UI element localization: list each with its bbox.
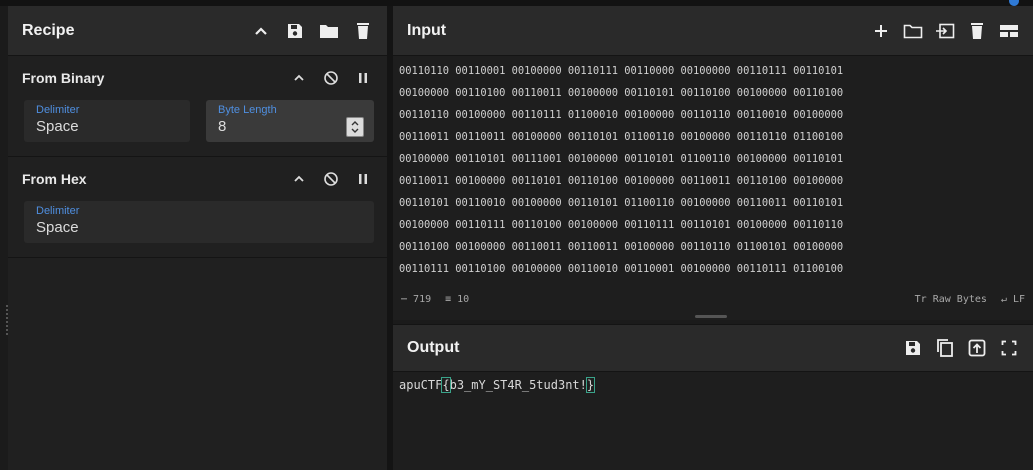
lines-indicator: ≡ 10 bbox=[445, 294, 469, 305]
output-panel: Output apuCTF{b3_mY_ST4R_5tud3nt!} bbox=[393, 324, 1033, 470]
layout-icon[interactable] bbox=[999, 21, 1019, 41]
return-arrow-icon: ↵ bbox=[1000, 293, 1013, 305]
delimiter-field[interactable]: Delimiter Space bbox=[24, 201, 374, 243]
input-line: 00110100 00100000 00110011 00110011 0010… bbox=[399, 241, 844, 253]
lines-icon: ≡ bbox=[445, 293, 458, 305]
recipe-title: Recipe bbox=[22, 21, 75, 39]
output-open-brace: { bbox=[441, 377, 451, 393]
operation-title: From Hex bbox=[22, 171, 87, 187]
input-title: Input bbox=[407, 21, 447, 39]
field-label: Delimiter bbox=[36, 104, 80, 116]
chevron-up-icon[interactable] bbox=[289, 68, 309, 88]
input-line: 00110011 00100000 00110101 00110100 0010… bbox=[399, 175, 844, 187]
chevron-up-icon[interactable] bbox=[251, 21, 271, 41]
open-file-icon[interactable] bbox=[935, 21, 955, 41]
add-icon[interactable] bbox=[871, 21, 891, 41]
eol-selector[interactable]: ↵ LF bbox=[1001, 294, 1025, 305]
operation-title: From Binary bbox=[22, 70, 105, 86]
input-line: 00100000 00110111 00110100 00100000 0011… bbox=[399, 219, 844, 231]
output-textarea[interactable]: apuCTF{b3_mY_ST4R_5tud3nt!} bbox=[393, 372, 1033, 398]
field-value: Space bbox=[36, 219, 79, 236]
pause-icon[interactable] bbox=[353, 68, 373, 88]
input-textarea[interactable]: 00110110 00110001 00100000 00110111 0011… bbox=[393, 56, 1033, 284]
horizontal-splitter-handle[interactable] bbox=[695, 315, 727, 318]
input-line: 00100000 00110101 00111001 00100000 0011… bbox=[399, 153, 844, 165]
output-close-brace: } bbox=[585, 377, 596, 393]
number-stepper-icon[interactable] bbox=[346, 117, 364, 137]
chevron-up-icon[interactable] bbox=[289, 169, 309, 189]
input-panel: Input 00110110 00110001 00100000 0011011… bbox=[393, 6, 1033, 320]
recipe-header: Recipe bbox=[8, 6, 387, 56]
input-line: 00110111 00110100 00100000 00110010 0011… bbox=[399, 263, 844, 275]
output-title: Output bbox=[407, 339, 460, 356]
copy-icon[interactable] bbox=[935, 338, 955, 358]
input-line: 00110011 00110011 00100000 00110101 0110… bbox=[399, 131, 844, 143]
trash-icon[interactable] bbox=[353, 21, 373, 41]
output-header: Output bbox=[393, 324, 1033, 372]
byte-length-field[interactable]: Byte Length 8 bbox=[206, 100, 374, 142]
folder-icon[interactable] bbox=[319, 21, 339, 41]
eol-value: LF bbox=[1012, 293, 1025, 305]
recipe-panel: Recipe From Binary Delimiter Space Byte … bbox=[8, 6, 387, 470]
field-value: Space bbox=[36, 118, 79, 135]
field-label: Byte Length bbox=[218, 104, 277, 116]
disable-icon[interactable] bbox=[321, 68, 341, 88]
length-value: 719 bbox=[413, 293, 432, 305]
output-body: b3_mY_ST4R_5tud3nt! bbox=[449, 378, 587, 392]
output-prefix: apuCTF bbox=[399, 378, 443, 392]
text-format-icon: Tr bbox=[914, 293, 933, 305]
disable-icon[interactable] bbox=[321, 169, 341, 189]
encoding-value: Raw Bytes bbox=[932, 293, 987, 305]
lines-value: 10 bbox=[457, 293, 470, 305]
save-icon[interactable] bbox=[285, 21, 305, 41]
field-label: Delimiter bbox=[36, 205, 80, 217]
input-line: 00100000 00110100 00110011 00100000 0011… bbox=[399, 87, 844, 99]
operation-from-binary[interactable]: From Binary Delimiter Space Byte Length … bbox=[8, 56, 387, 157]
input-line: 00110110 00110001 00100000 00110111 0011… bbox=[399, 65, 844, 77]
encoding-selector[interactable]: Tr Raw Bytes bbox=[915, 294, 987, 305]
input-header: Input bbox=[393, 6, 1033, 56]
trash-icon[interactable] bbox=[967, 21, 987, 41]
length-icon: ⋯ bbox=[401, 293, 414, 305]
input-line: 00110110 00100000 00110111 01100010 0010… bbox=[399, 109, 844, 121]
length-indicator: ⋯ 719 bbox=[401, 294, 431, 305]
maximize-icon[interactable] bbox=[999, 338, 1019, 358]
input-status-bar: ⋯ 719 ≡ 10 Tr Raw Bytes ↵ LF bbox=[393, 288, 1033, 310]
operation-from-hex[interactable]: From Hex Delimiter Space bbox=[8, 157, 387, 258]
replace-input-icon[interactable] bbox=[967, 338, 987, 358]
input-line: 00110101 00110010 00100000 00110101 0110… bbox=[399, 197, 844, 209]
open-folder-icon[interactable] bbox=[903, 21, 923, 41]
delimiter-field[interactable]: Delimiter Space bbox=[24, 100, 190, 142]
field-value: 8 bbox=[218, 118, 227, 135]
save-icon[interactable] bbox=[903, 338, 923, 358]
pause-icon[interactable] bbox=[353, 169, 373, 189]
